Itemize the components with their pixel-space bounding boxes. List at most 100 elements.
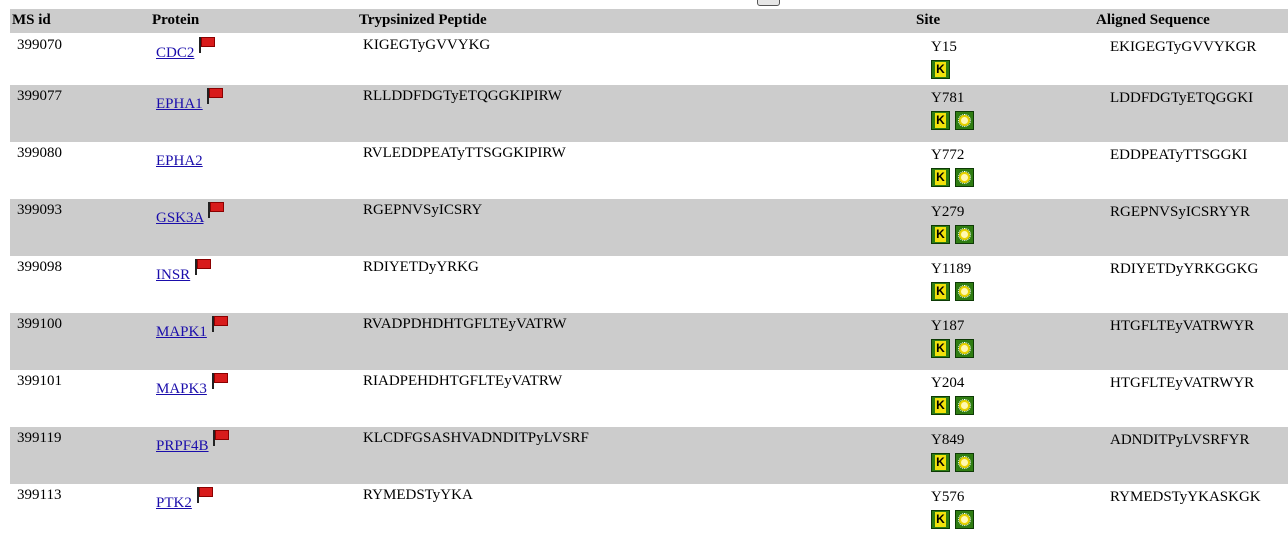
aligned-sequence: RDIYETDyYRKGGKG: [1110, 261, 1259, 277]
site: Y849: [931, 432, 965, 448]
site: Y279: [931, 204, 965, 220]
protein-cell: CDC2: [156, 37, 216, 62]
site-icons: K: [931, 111, 974, 131]
table-row: 399119 PRPF4B KLCDFGSASHVADNDITPyLVSRF Y…: [10, 427, 1288, 484]
aligned-sequence: HTGFLTEyVATRWYR: [1110, 375, 1255, 391]
site: Y781: [931, 90, 965, 106]
kinase-icon[interactable]: K: [931, 396, 950, 415]
trypsinized-peptide: RIADPEHDHTGFLTEyVATRW: [363, 373, 563, 389]
kinase-icon-label: K: [935, 62, 946, 77]
site-icons: K: [931, 339, 974, 359]
protein-link[interactable]: CDC2: [156, 45, 194, 61]
aligned-sequence: RYMEDSTyYKASKGK: [1110, 489, 1261, 505]
aligned-sequence: HTGFLTEyVATRWYR: [1110, 318, 1255, 334]
aligned-sequence: EKIGEGTyGVVYKGR: [1110, 39, 1257, 55]
flag-icon[interactable]: [196, 487, 213, 503]
table-row: 399080 EPHA2 RVLEDDPEATyTTSGGKIPIRW Y772…: [10, 142, 1288, 199]
trypsinized-peptide: RDIYETDyYRKG: [363, 259, 479, 275]
site-icons: K: [931, 60, 950, 80]
header-protein: Protein: [152, 12, 200, 28]
table-row: 399093 GSK3A RGEPNVSyICSRY Y279 K RGEPNV…: [10, 199, 1288, 256]
site-icons: K: [931, 225, 974, 245]
site: Y772: [931, 147, 965, 163]
trypsinized-peptide: RLLDDFDGTyETQGGKIPIRW: [363, 88, 562, 104]
site: Y204: [931, 375, 965, 391]
header-site: Site: [916, 12, 941, 28]
trypsinized-peptide: RGEPNVSyICSRY: [363, 202, 483, 218]
protein-cell: MAPK3: [156, 373, 228, 398]
sun-icon[interactable]: [955, 282, 974, 301]
ms-id: 399100: [17, 316, 62, 332]
kinase-icon-label: K: [935, 170, 946, 185]
flag-icon[interactable]: [208, 202, 225, 218]
header-aligned: Aligned Sequence: [1096, 12, 1210, 28]
header-peptide: Trypsinized Peptide: [359, 12, 487, 28]
table-row: 399100 MAPK1 RVADPDHDHTGFLTEyVATRW Y187 …: [10, 313, 1288, 370]
sun-icon[interactable]: [955, 510, 974, 529]
header-msid: MS id: [12, 12, 51, 28]
table-row: 399098 INSR RDIYETDyYRKG Y1189 K RDIYETD…: [10, 256, 1288, 313]
kinase-icon[interactable]: K: [931, 510, 950, 529]
ms-id: 399113: [17, 487, 62, 503]
ms-id: 399098: [17, 259, 62, 275]
sun-icon[interactable]: [955, 168, 974, 187]
sun-icon[interactable]: [955, 111, 974, 130]
aligned-sequence: ADNDITPyLVSRFYR: [1110, 432, 1250, 448]
table-row: 399113 PTK2 RYMEDSTyYKA Y576 K RYMEDSTyY…: [10, 484, 1288, 541]
protein-link[interactable]: GSK3A: [156, 210, 204, 226]
kinase-icon[interactable]: K: [931, 282, 950, 301]
protein-link[interactable]: EPHA1: [156, 96, 203, 112]
protein-link[interactable]: PRPF4B: [156, 438, 209, 454]
site: Y187: [931, 318, 965, 334]
kinase-icon-label: K: [935, 398, 946, 413]
aligned-sequence: LDDFDGTyETQGGKI: [1110, 90, 1254, 106]
site-icons: K: [931, 282, 974, 302]
table-row: 399077 EPHA1 RLLDDFDGTyETQGGKIPIRW Y781 …: [10, 85, 1288, 142]
kinase-icon[interactable]: K: [931, 60, 950, 79]
kinase-icon[interactable]: K: [931, 168, 950, 187]
table-row: 399101 MAPK3 RIADPEHDHTGFLTEyVATRW Y204 …: [10, 370, 1288, 427]
ms-id: 399119: [17, 430, 62, 446]
flag-icon[interactable]: [213, 430, 230, 446]
flag-icon[interactable]: [211, 316, 228, 332]
flag-icon[interactable]: [211, 373, 228, 389]
sun-icon[interactable]: [955, 225, 974, 244]
sun-icon[interactable]: [955, 453, 974, 472]
protein-link[interactable]: PTK2: [156, 495, 192, 511]
kinase-icon-label: K: [935, 341, 946, 356]
kinase-icon[interactable]: K: [931, 111, 950, 130]
site-icons: K: [931, 510, 974, 530]
protein-cell: PRPF4B: [156, 430, 230, 455]
scroll-tab[interactable]: [757, 0, 780, 6]
protein-cell: GSK3A: [156, 202, 225, 227]
ms-id: 399080: [17, 145, 62, 161]
protein-link[interactable]: EPHA2: [156, 153, 203, 169]
flag-icon[interactable]: [194, 259, 211, 275]
trypsinized-peptide: KLCDFGSASHVADNDITPyLVSRF: [363, 430, 589, 446]
protein-link[interactable]: INSR: [156, 267, 190, 283]
trypsinized-peptide: RVLEDDPEATyTTSGGKIPIRW: [363, 145, 566, 161]
flag-icon[interactable]: [199, 37, 216, 53]
sun-icon[interactable]: [955, 339, 974, 358]
kinase-icon-label: K: [935, 113, 946, 128]
ms-id: 399093: [17, 202, 62, 218]
flag-icon[interactable]: [207, 88, 224, 104]
kinase-icon-label: K: [935, 227, 946, 242]
sun-icon[interactable]: [955, 396, 974, 415]
site: Y1189: [931, 261, 972, 277]
kinase-icon[interactable]: K: [931, 339, 950, 358]
trypsinized-peptide: RVADPDHDHTGFLTEyVATRW: [363, 316, 567, 332]
kinase-icon[interactable]: K: [931, 225, 950, 244]
protein-cell: EPHA2: [156, 153, 203, 170]
protein-link[interactable]: MAPK1: [156, 324, 207, 340]
table-header: MS id Protein Trypsinized Peptide Site A…: [10, 9, 1288, 33]
kinase-icon[interactable]: K: [931, 453, 950, 472]
ms-id: 399101: [17, 373, 62, 389]
aligned-sequence: EDDPEATyTTSGGKI: [1110, 147, 1248, 163]
aligned-sequence: RGEPNVSyICSRYYR: [1110, 204, 1251, 220]
site-icons: K: [931, 168, 974, 188]
kinase-icon-label: K: [935, 455, 946, 470]
protein-link[interactable]: MAPK3: [156, 381, 207, 397]
protein-cell: EPHA1: [156, 88, 224, 113]
site-icons: K: [931, 396, 974, 416]
